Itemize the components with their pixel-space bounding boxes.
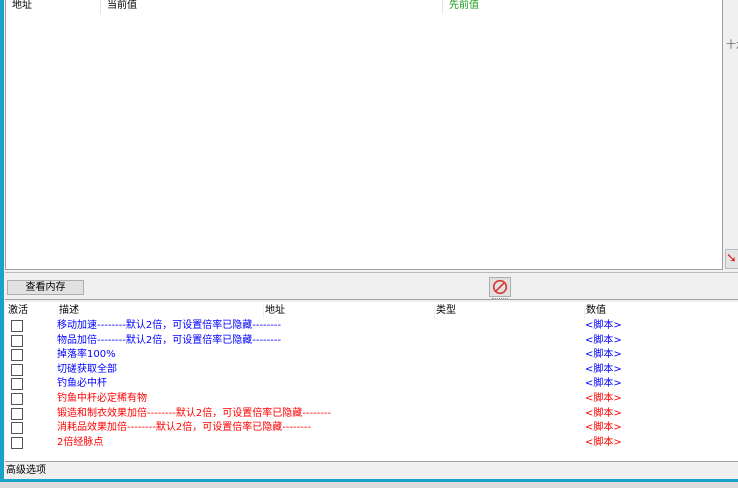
- main-window: 地址 当前值 先前值 十六进制 ➘ 查看内存 激活 描述 地址 类型 数值 移动…: [0, 0, 738, 482]
- row-description: 消耗品效果加倍--------默认2倍，可设置倍率已隐藏--------: [57, 422, 312, 434]
- col-previous-value[interactable]: 先前值: [443, 0, 724, 14]
- advanced-options[interactable]: 高级选项: [6, 464, 46, 478]
- row-value: <脚本>: [585, 349, 622, 361]
- window-shadow: [0, 482, 738, 488]
- row-value: <脚本>: [585, 320, 622, 331]
- col-address[interactable]: 地址: [6, 0, 101, 14]
- table-row[interactable]: 切磋获取全部 <脚本>: [5, 363, 738, 378]
- row-value: <脚本>: [585, 422, 622, 434]
- splitter-grip[interactable]: [492, 298, 508, 299]
- row-value: <脚本>: [585, 407, 622, 419]
- table-row[interactable]: 钓鱼中杆必定稀有物 <脚本>: [5, 392, 738, 407]
- active-checkbox[interactable]: [11, 320, 23, 332]
- active-checkbox[interactable]: [11, 422, 23, 435]
- table-row[interactable]: 2倍经脉点 <脚本>: [5, 436, 738, 451]
- scan-results-list[interactable]: 地址 当前值 先前值: [5, 0, 723, 270]
- active-checkbox[interactable]: [11, 393, 23, 405]
- red-arrow-icon: ➘: [726, 251, 737, 266]
- active-checkbox[interactable]: [11, 334, 23, 347]
- table-row[interactable]: 消耗品效果加倍--------默认2倍，可设置倍率已隐藏-------- <脚本…: [5, 421, 738, 436]
- col-active[interactable]: 激活: [7, 305, 28, 318]
- col-value[interactable]: 数值: [584, 305, 606, 318]
- col-address[interactable]: 地址: [263, 305, 285, 318]
- table-row[interactable]: 掉落率100% <脚本>: [5, 348, 738, 363]
- no-entry-icon: [492, 279, 508, 295]
- add-to-table-button[interactable]: ➘: [725, 249, 738, 269]
- table-row[interactable]: 移动加速--------默认2倍，可设置倍率已隐藏-------- <脚本>: [5, 319, 738, 334]
- row-value: <脚本>: [585, 436, 622, 448]
- active-checkbox[interactable]: [11, 378, 23, 391]
- cheat-table-header: 激活 描述 地址 类型 数值: [5, 302, 738, 318]
- col-type[interactable]: 类型: [434, 305, 456, 318]
- row-description: 锻造和制衣效果加倍--------默认2倍，可设置倍率已隐藏--------: [57, 407, 332, 419]
- row-description: 掉落率100%: [57, 349, 116, 361]
- row-description: 移动加速--------默认2倍，可设置倍率已隐藏--------: [57, 320, 282, 331]
- clear-table-button[interactable]: [489, 277, 511, 297]
- row-description: 物品加倍--------默认2倍，可设置倍率已隐藏--------: [57, 334, 282, 346]
- col-current-value[interactable]: 当前值: [101, 0, 443, 14]
- results-header: 地址 当前值 先前值: [6, 0, 722, 14]
- view-memory-button[interactable]: 查看内存: [7, 280, 84, 295]
- active-checkbox[interactable]: [11, 349, 23, 362]
- row-description: 钓鱼必中杆: [57, 378, 107, 390]
- row-description: 2倍经脉点: [57, 436, 104, 448]
- row-value: <脚本>: [585, 393, 622, 404]
- active-checkbox[interactable]: [11, 436, 23, 449]
- row-description: 钓鱼中杆必定稀有物: [57, 393, 147, 404]
- row-description: 切磋获取全部: [57, 363, 117, 375]
- toolbar: 查看内存: [5, 272, 738, 300]
- table-row[interactable]: 钓鱼必中杆 <脚本>: [5, 377, 738, 392]
- active-checkbox[interactable]: [11, 407, 23, 420]
- table-row[interactable]: 物品加倍--------默认2倍，可设置倍率已隐藏-------- <脚本>: [5, 334, 738, 349]
- col-description[interactable]: 描述: [57, 305, 79, 318]
- table-row[interactable]: 锻造和制衣效果加倍--------默认2倍，可设置倍率已隐藏-------- <…: [5, 407, 738, 422]
- row-value: <脚本>: [585, 378, 622, 390]
- hex-checkbox-label[interactable]: 十六进制: [726, 36, 738, 51]
- active-checkbox[interactable]: [11, 363, 23, 376]
- side-panel: 十六进制 ➘: [723, 0, 738, 270]
- row-value: <脚本>: [585, 334, 622, 346]
- row-value: <脚本>: [585, 363, 622, 375]
- cheat-table: 激活 描述 地址 类型 数值 移动加速--------默认2倍，可设置倍率已隐藏…: [5, 302, 738, 462]
